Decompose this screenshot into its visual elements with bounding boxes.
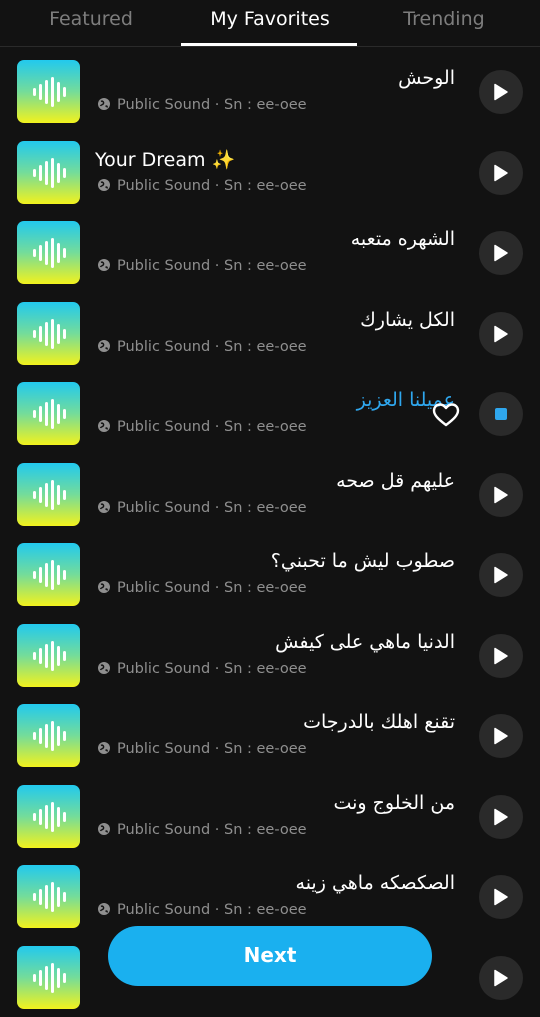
play-button[interactable] (479, 795, 523, 839)
play-button[interactable] (479, 151, 523, 195)
sound-meta: Public Sound · Sn : ee-oee (117, 741, 307, 757)
sound-wave-icon (17, 463, 80, 526)
sound-meta: Public Sound · Sn : ee-oee (117, 258, 307, 274)
globe-icon (97, 178, 111, 196)
play-button[interactable] (479, 553, 523, 597)
sound-meta: Public Sound · Sn : ee-oee (117, 97, 307, 113)
sound-meta: Public Sound · Sn : ee-oee (117, 822, 307, 838)
list-item[interactable]: الكل يشارك Public Sound · Sn : ee-oee (0, 293, 540, 374)
list-item[interactable]: تقنع اهلك بالدرجات Public Sound · Sn : ee… (0, 695, 540, 776)
list-item[interactable]: عميلنا العزيز Public Sound · Sn : ee-oee (0, 373, 540, 454)
list-item[interactable]: من الخلوج ونت Public Sound · Sn : ee-oee (0, 776, 540, 857)
sound-subtitle: Public Sound · Sn : ee-oee (97, 339, 307, 357)
sound-meta: Public Sound · Sn : ee-oee (117, 178, 307, 194)
sound-meta: Public Sound · Sn : ee-oee (117, 419, 307, 435)
play-button[interactable] (479, 714, 523, 758)
sound-title: صطوب ليش ما تحبني؟ (95, 550, 455, 572)
play-button[interactable] (479, 312, 523, 356)
sound-wave-icon (17, 865, 80, 928)
sound-title: الكل يشارك (95, 309, 455, 331)
play-button[interactable] (479, 875, 523, 919)
sound-title: الدنيا ماهي على كيفش (95, 631, 455, 653)
globe-icon (97, 902, 111, 920)
list-item[interactable]: الشهره متعبه Public Sound · Sn : ee-oee (0, 212, 540, 293)
sound-subtitle: Public Sound · Sn : ee-oee (97, 97, 307, 115)
sound-meta: Public Sound · Sn : ee-oee (117, 580, 307, 596)
sound-title: الصكصكه ماهي زينه (95, 872, 455, 894)
globe-icon (97, 419, 111, 437)
tab-my-favorites[interactable]: My Favorites (182, 0, 358, 46)
sound-wave-icon (17, 624, 80, 687)
play-button[interactable] (479, 956, 523, 1000)
sound-subtitle: Public Sound · Sn : ee-oee (97, 580, 307, 598)
sound-title: من الخلوج ونت (95, 792, 455, 814)
sound-list: الوحشPublic Sound · Sn : ee-oeeYour Drea… (0, 51, 540, 1017)
heart-outline-icon[interactable] (432, 402, 460, 432)
sound-wave-icon (17, 382, 80, 445)
active-tab-indicator (181, 43, 357, 46)
sound-subtitle: Public Sound · Sn : ee-oee (97, 258, 307, 276)
sound-title: عميلنا العزيز (95, 389, 455, 411)
sound-wave-icon (17, 141, 80, 204)
play-button[interactable] (479, 634, 523, 678)
sound-wave-icon (17, 543, 80, 606)
list-item[interactable]: الدنيا ماهي على كيفش Public Sound · Sn : … (0, 615, 540, 696)
globe-icon (97, 822, 111, 840)
sound-wave-icon (17, 302, 80, 365)
list-item[interactable]: الصكصكه ماهي زينه Public Sound · Sn : ee-… (0, 856, 540, 937)
globe-icon (97, 97, 111, 115)
sound-wave-icon (17, 785, 80, 848)
sound-subtitle: Public Sound · Sn : ee-oee (97, 902, 307, 920)
globe-icon (97, 339, 111, 357)
next-button[interactable]: Next (108, 926, 432, 986)
sound-meta: Public Sound · Sn : ee-oee (117, 500, 307, 516)
sound-wave-icon (17, 704, 80, 767)
sound-title: الشهره متعبه (95, 228, 455, 250)
sound-title: عليهم قل صحه (95, 470, 455, 492)
stop-button[interactable] (479, 392, 523, 436)
sound-wave-icon (17, 221, 80, 284)
list-item[interactable]: الوحش Public Sound · Sn : ee-oee (0, 51, 540, 132)
sound-subtitle: Public Sound · Sn : ee-oee (97, 822, 307, 840)
sound-subtitle: Public Sound · Sn : ee-oee (97, 419, 307, 437)
sound-subtitle: Public Sound · Sn : ee-oee (97, 741, 307, 759)
sound-meta: Public Sound · Sn : ee-oee (117, 902, 307, 918)
sound-wave-icon (17, 946, 80, 1009)
sound-title: الوحش (95, 67, 455, 89)
sound-wave-icon (17, 60, 80, 123)
tab-trending[interactable]: Trending (358, 0, 530, 46)
list-item[interactable]: صطوب ليش ما تحبني؟ Public Sound · Sn : ee… (0, 534, 540, 615)
tab-bar: Featured My Favorites Trending (0, 0, 540, 47)
globe-icon (97, 580, 111, 598)
sound-meta: Public Sound · Sn : ee-oee (117, 339, 307, 355)
globe-icon (97, 741, 111, 759)
play-button[interactable] (479, 473, 523, 517)
list-item[interactable]: Your Dream ✨ Public Sound · Sn : ee-oee (0, 132, 540, 213)
list-item[interactable]: عليهم قل صحه Public Sound · Sn : ee-oee (0, 454, 540, 535)
tab-featured[interactable]: Featured (0, 0, 182, 46)
sound-subtitle: Public Sound · Sn : ee-oee (97, 178, 307, 196)
sound-subtitle: Public Sound · Sn : ee-oee (97, 500, 307, 518)
sound-title: تقنع اهلك بالدرجات (95, 711, 455, 733)
globe-icon (97, 258, 111, 276)
stop-icon (495, 408, 507, 420)
globe-icon (97, 661, 111, 679)
sound-subtitle: Public Sound · Sn : ee-oee (97, 661, 307, 679)
play-button[interactable] (479, 70, 523, 114)
play-button[interactable] (479, 231, 523, 275)
sound-title: Your Dream ✨ (95, 148, 455, 171)
globe-icon (97, 500, 111, 518)
sound-meta: Public Sound · Sn : ee-oee (117, 661, 307, 677)
